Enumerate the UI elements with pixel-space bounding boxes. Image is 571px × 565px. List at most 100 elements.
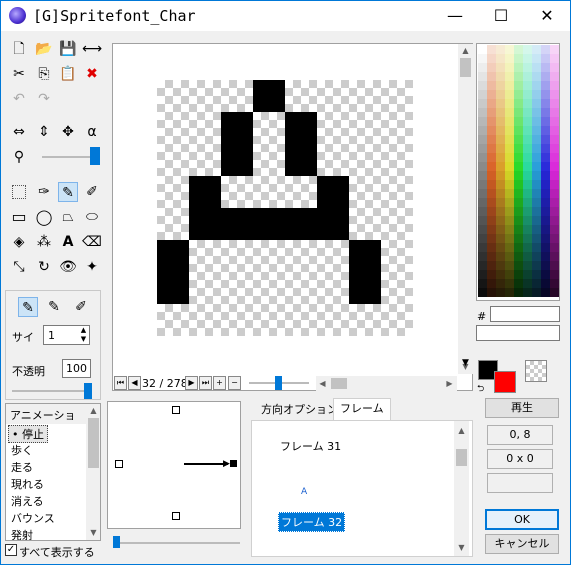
palette-swatch[interactable] (532, 54, 541, 63)
preview-slider-track[interactable] (116, 542, 240, 544)
palette-swatch[interactable] (523, 90, 532, 99)
palette-swatch[interactable] (532, 207, 541, 216)
palette-swatch[interactable] (541, 99, 550, 108)
palette-swatch[interactable] (523, 207, 532, 216)
brush-icon[interactable]: ✐ (82, 182, 102, 202)
palette-swatch[interactable] (505, 108, 514, 117)
palette-swatch[interactable] (514, 144, 523, 153)
palette-swatch[interactable] (496, 135, 505, 144)
palette-swatch[interactable] (541, 90, 550, 99)
palette-swatch[interactable] (514, 252, 523, 261)
frame-zoom-thumb[interactable] (275, 376, 282, 390)
palette-swatch[interactable] (550, 153, 559, 162)
brush-mode-icon[interactable]: ✐ (71, 297, 91, 317)
palette-swatch[interactable] (496, 234, 505, 243)
palette-swatch[interactable] (505, 180, 514, 189)
palette-swatch[interactable] (532, 108, 541, 117)
palette-swatch[interactable] (523, 126, 532, 135)
scroll-left-icon[interactable]: ◀ (316, 377, 329, 390)
fill-bucket-icon[interactable]: ◈ (9, 232, 29, 252)
palette-swatch[interactable] (487, 270, 496, 279)
preview-slider-thumb[interactable] (113, 536, 120, 548)
palette-swatch[interactable] (478, 54, 487, 63)
palette-swatch[interactable] (550, 162, 559, 171)
palette-swatch[interactable] (478, 117, 487, 126)
palette-swatch[interactable] (505, 225, 514, 234)
palette-swatch[interactable] (550, 117, 559, 126)
palette-swatch[interactable] (541, 180, 550, 189)
pencil-tool-icon[interactable]: ✎ (58, 182, 78, 202)
palette-swatch[interactable] (532, 153, 541, 162)
palette-swatch[interactable] (487, 135, 496, 144)
palette-swatch[interactable] (478, 99, 487, 108)
palette-swatch[interactable] (514, 108, 523, 117)
spray-icon[interactable]: ⁂ (34, 232, 54, 252)
palette-swatch[interactable] (550, 261, 559, 270)
background-color-swatch[interactable] (494, 371, 516, 393)
palette-swatch[interactable] (550, 126, 559, 135)
palette-swatch[interactable] (478, 198, 487, 207)
palette-swatch[interactable] (550, 216, 559, 225)
canvas-vscroll[interactable]: ▲ ▼ (458, 44, 473, 374)
palette-swatch[interactable] (496, 63, 505, 72)
palette-swatch[interactable] (541, 261, 550, 270)
sparkle-icon[interactable]: ✦ (82, 257, 102, 277)
bone-icon[interactable]: ⟷ (82, 39, 102, 59)
palette-swatch[interactable] (478, 63, 487, 72)
palette-swatch[interactable] (487, 108, 496, 117)
palette-swatch[interactable] (505, 63, 514, 72)
palette-swatch[interactable] (541, 135, 550, 144)
palette-swatch[interactable] (550, 171, 559, 180)
palette-swatch[interactable] (496, 270, 505, 279)
palette-swatch[interactable] (505, 72, 514, 81)
redo-icon[interactable]: ↷ (34, 89, 54, 109)
palette-swatch[interactable] (487, 234, 496, 243)
palette-swatch[interactable] (496, 243, 505, 252)
palette-swatch[interactable] (541, 117, 550, 126)
scroll-up-icon[interactable]: ▲ (87, 404, 100, 417)
opacity-field[interactable]: 100 (62, 359, 91, 378)
scroll-right-icon[interactable]: ▶ (443, 377, 456, 390)
handle-bottom[interactable] (172, 512, 180, 520)
palette-swatch[interactable] (505, 243, 514, 252)
palette-swatch[interactable] (532, 99, 541, 108)
animation-item[interactable]: バウンス (11, 510, 55, 526)
palette-swatch[interactable] (550, 207, 559, 216)
open-folder-icon[interactable]: 📂 (34, 39, 54, 59)
palette-swatch[interactable] (487, 72, 496, 81)
ellipse-icon[interactable]: ◯ (34, 207, 54, 227)
palette-swatch[interactable] (532, 180, 541, 189)
animation-item[interactable]: 現れる (11, 476, 44, 492)
palette-swatch[interactable] (541, 54, 550, 63)
palette-swatch[interactable] (505, 162, 514, 171)
palette-swatch[interactable] (496, 144, 505, 153)
maximize-button[interactable]: ☐ (478, 1, 524, 31)
handle-left[interactable] (115, 460, 123, 468)
palette-swatch[interactable] (496, 180, 505, 189)
palette-swatch[interactable] (550, 189, 559, 198)
add-frame-button[interactable]: + (213, 376, 226, 390)
scroll-up-icon[interactable]: ▲ (459, 44, 472, 57)
palette-swatch[interactable] (532, 261, 541, 270)
palette-swatch[interactable] (550, 63, 559, 72)
palette-swatch[interactable] (541, 171, 550, 180)
scroll-thumb[interactable] (88, 418, 99, 468)
frame-list[interactable]: フレーム 31 A フレーム 32 ▲ ▼ (251, 420, 473, 557)
remove-frame-button[interactable]: − (228, 376, 241, 390)
palette-swatch[interactable] (541, 234, 550, 243)
play-button[interactable]: 再生 (485, 398, 559, 418)
palette-swatch[interactable] (478, 45, 487, 54)
palette-swatch[interactable] (505, 207, 514, 216)
palette-swatch[interactable] (541, 81, 550, 90)
pencil-mode-alt-icon[interactable]: ✎ (44, 297, 64, 317)
palette-swatch[interactable] (550, 90, 559, 99)
animation-item[interactable]: • 停止 (8, 425, 48, 443)
rect-select-icon[interactable] (12, 185, 26, 199)
palette-swatch[interactable] (496, 45, 505, 54)
direction-preview[interactable]: ▶ (107, 401, 241, 529)
palette-swatch[interactable] (523, 45, 532, 54)
palette-swatch[interactable] (523, 63, 532, 72)
palette-swatch[interactable] (505, 270, 514, 279)
palette-swatch[interactable] (478, 180, 487, 189)
tab-frame[interactable]: フレーム (333, 398, 391, 420)
